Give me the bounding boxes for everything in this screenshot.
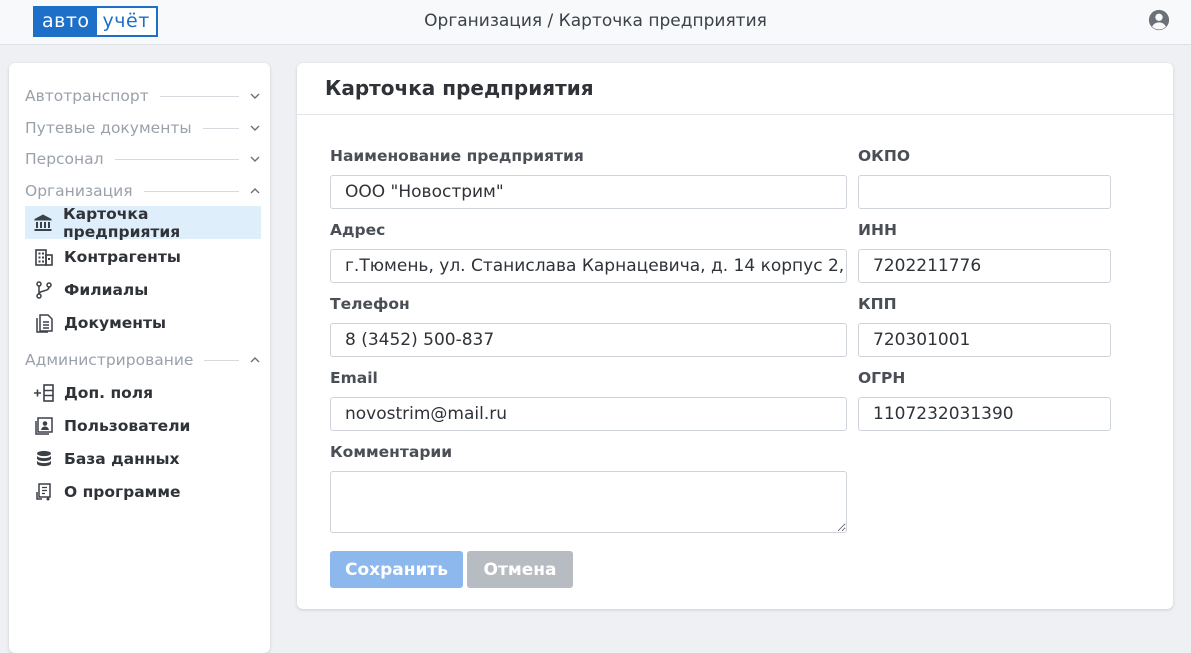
company-card-panel: Карточка предприятия Наименование предпр… (297, 63, 1173, 609)
section-label: Автотранспорт (25, 87, 149, 105)
add-field-icon (33, 382, 55, 404)
user-circle-icon[interactable] (1148, 9, 1170, 31)
section-organization[interactable]: Организация (25, 180, 261, 202)
save-button[interactable]: Сохранить (330, 551, 463, 588)
address-field[interactable]: г.Тюмень, ул. Станислава Карнацевича, д.… (330, 249, 847, 283)
sidebar-item-company-card[interactable]: Карточка предприятия (25, 204, 261, 241)
section-administration[interactable]: Администрирование (25, 349, 261, 371)
phone-label: Телефон (330, 295, 410, 313)
email-field[interactable]: novostrim@mail.ru (330, 397, 847, 431)
sidebar-item-label: Пользователи (64, 416, 191, 435)
okpo-field[interactable] (858, 175, 1111, 209)
section-staff[interactable]: Персонал (25, 148, 261, 170)
phone-field[interactable]: 8 (3452) 500-837 (330, 323, 847, 357)
chevron-up-icon (250, 357, 260, 363)
okpo-label: ОКПО (858, 147, 910, 165)
chevron-down-icon (250, 125, 260, 131)
section-label: Путевые документы (25, 119, 192, 137)
sidebar-item-users[interactable]: Пользователи (25, 409, 261, 442)
sidebar-item-database[interactable]: База данных (25, 442, 261, 475)
inn-field[interactable]: 7202211776 (858, 249, 1111, 283)
chevron-up-icon (250, 188, 260, 194)
section-label: Персонал (25, 150, 104, 168)
email-label: Email (330, 369, 378, 387)
documents-icon (33, 312, 55, 334)
section-label: Организация (25, 182, 133, 200)
comments-label: Комментарии (330, 443, 453, 461)
kpp-field[interactable]: 720301001 (858, 323, 1111, 357)
divider (114, 158, 239, 160)
sidebar-item-label: Доп. поля (64, 383, 154, 402)
page-title: Карточка предприятия (325, 76, 594, 100)
card-header: Карточка предприятия (297, 63, 1173, 115)
about-icon (33, 481, 55, 503)
user-card-icon (33, 415, 55, 437)
ogrn-label: ОГРН (858, 369, 906, 387)
comments-textarea[interactable] (330, 471, 847, 533)
sidebar-item-contractors[interactable]: Контрагенты (25, 240, 261, 273)
section-waybills[interactable]: Путевые документы (25, 117, 261, 139)
sidebar-item-label: Контрагенты (64, 247, 181, 266)
cancel-button[interactable]: Отмена (467, 551, 573, 588)
inn-label: ИНН (858, 221, 897, 239)
sidebar-item-extra-fields[interactable]: Доп. поля (25, 376, 261, 409)
divider (159, 95, 239, 97)
address-label: Адрес (330, 221, 386, 239)
sidebar-item-label: Документы (64, 313, 166, 332)
bank-icon (33, 212, 54, 234)
database-icon (33, 448, 55, 470)
sidebar-item-label: Карточка предприятия (62, 204, 181, 241)
ogrn-field[interactable]: 1107232031390 (858, 397, 1111, 431)
branch-icon (33, 279, 55, 301)
building-icon (33, 246, 55, 268)
breadcrumb: Организация / Карточка предприятия (424, 11, 767, 31)
kpp-label: КПП (858, 295, 897, 313)
sidebar-item-branches[interactable]: Филиалы (25, 273, 261, 306)
divider (143, 190, 239, 192)
sidebar-item-documents[interactable]: Документы (25, 306, 261, 339)
sidebar-item-label: Филиалы (64, 280, 149, 299)
sidebar-item-label: О программе (64, 482, 181, 501)
section-label: Администрирование (25, 351, 194, 369)
chevron-down-icon (250, 156, 260, 162)
sidebar-item-about[interactable]: О программе (25, 475, 261, 508)
sidebar: Автотранспорт Путевые документы Персонал… (9, 63, 270, 653)
section-vehicles[interactable]: Автотранспорт (25, 85, 261, 107)
chevron-down-icon (250, 93, 260, 99)
divider (204, 359, 239, 361)
sidebar-item-label: База данных (64, 449, 180, 468)
divider (202, 127, 239, 129)
name-field[interactable]: ООО "Новострим" (330, 175, 847, 209)
name-label: Наименование предприятия (330, 147, 584, 165)
top-bar: авто учёт Организация / Карточка предпри… (0, 0, 1191, 45)
